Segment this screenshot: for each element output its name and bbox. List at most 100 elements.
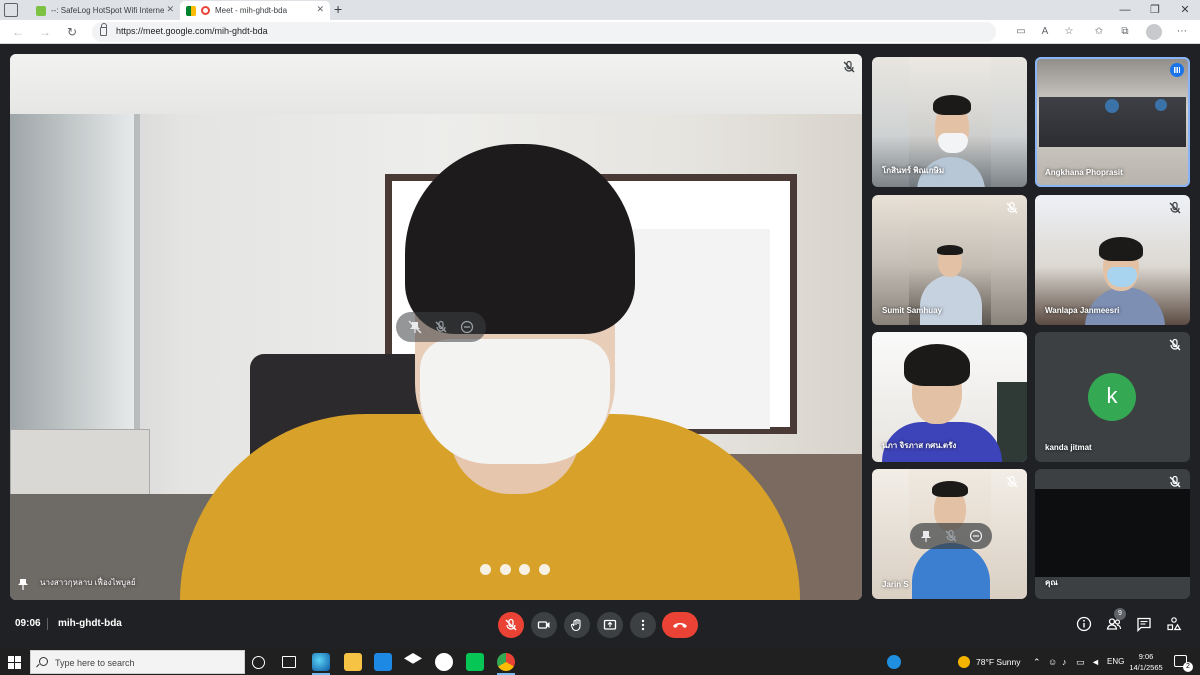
pin-icon[interactable] xyxy=(919,529,933,543)
new-tab-button[interactable]: + xyxy=(334,1,342,17)
mail-icon[interactable] xyxy=(374,653,392,671)
dropbox-icon[interactable] xyxy=(404,653,422,664)
volume-muted-icon[interactable]: ◄ xyxy=(1091,657,1100,667)
language-indicator[interactable]: ENG xyxy=(1107,657,1124,666)
person-icon[interactable]: ☺ xyxy=(1048,657,1057,667)
taskbar-search-box[interactable]: Type here to search xyxy=(30,650,245,674)
participant-name: โกสินทร์ พิณเกษิม xyxy=(882,166,945,175)
maximize-button[interactable]: ❐ xyxy=(1145,2,1165,18)
participant-tile[interactable]: Wanlapa Janmeesri xyxy=(1035,195,1190,325)
back-icon[interactable]: ← xyxy=(10,24,26,40)
more-options-button[interactable] xyxy=(630,612,656,638)
participant-tile[interactable]: Sumit Samhuay xyxy=(872,195,1027,325)
mic-off-icon xyxy=(843,60,855,73)
lock-icon[interactable] xyxy=(100,23,107,36)
more-menu-icon[interactable]: ⋯ xyxy=(1175,25,1189,39)
meeting-code: mih-ghdt-bda xyxy=(58,618,122,629)
profile-avatar[interactable] xyxy=(1146,24,1162,40)
activities-icon[interactable] xyxy=(1166,616,1182,632)
participant-figure xyxy=(1105,99,1119,113)
tab-safelog[interactable]: --: SafeLog HotSpot Wifi Interne ✕ xyxy=(30,1,180,20)
help-icon[interactable] xyxy=(887,655,901,669)
chevron-up-icon[interactable]: ⌃ xyxy=(1033,657,1041,668)
url-text[interactable]: https://meet.google.com/mih-ghdt-bda xyxy=(116,26,268,36)
file-explorer-icon[interactable] xyxy=(344,653,362,671)
mic-off-icon xyxy=(1169,338,1181,351)
chrome-icon[interactable] xyxy=(497,653,515,671)
network-icon[interactable]: ▭ xyxy=(1076,657,1085,668)
clock-time: 9:06 xyxy=(1138,652,1154,661)
end-call-button[interactable] xyxy=(662,612,698,638)
necklace xyxy=(480,564,550,576)
mic-off-icon[interactable] xyxy=(434,320,448,334)
toggle-camera-button[interactable] xyxy=(531,612,557,638)
cortana-icon[interactable] xyxy=(252,656,265,669)
add-favorite-icon[interactable]: ☆ xyxy=(1062,25,1076,39)
app-icon[interactable] xyxy=(435,653,453,671)
present-screen-button[interactable] xyxy=(597,612,623,638)
pin-icon[interactable] xyxy=(18,578,28,590)
tab-title: Meet - mih-ghdt-bda xyxy=(215,6,288,15)
participant-tile[interactable]: นภา จิรภาส กศน.ตรัง xyxy=(872,332,1027,462)
collections-icon[interactable]: ⧉ xyxy=(1118,25,1132,39)
meeting-details-icon[interactable] xyxy=(1076,616,1092,632)
camera-icon xyxy=(537,621,550,629)
main-speaker-name: นางสาวกุหลาบ เฟื่องไพบูลย์ xyxy=(40,578,136,587)
speaking-indicator-icon xyxy=(1170,63,1184,77)
minimize-button[interactable]: — xyxy=(1115,2,1135,18)
participant-tile[interactable]: k kanda jitmat xyxy=(1035,332,1190,462)
close-window-button[interactable]: ✕ xyxy=(1175,2,1195,18)
url-field[interactable]: https://meet.google.com/mih-ghdt-bda xyxy=(92,22,996,42)
pin-off-icon[interactable] xyxy=(408,320,422,334)
participant-name: นภา จิรภาส กศน.ตรัง xyxy=(882,441,957,450)
participant-name: Wanlapa Janmeesri xyxy=(1045,306,1120,315)
microphone-icon[interactable]: ♪ xyxy=(1062,657,1067,667)
task-view-icon[interactable] xyxy=(282,656,296,668)
self-tile[interactable]: คุณ xyxy=(1035,469,1190,599)
read-aloud-icon[interactable]: A xyxy=(1038,25,1052,39)
participant-tile-speaking[interactable]: Angkhana Phoprasit xyxy=(1035,57,1190,187)
forward-icon[interactable]: → xyxy=(37,24,53,40)
tab-meet[interactable]: Meet - mih-ghdt-bda ✕ xyxy=(180,1,330,20)
divider xyxy=(47,618,48,630)
clock-date: 14/1/2565 xyxy=(1129,663,1163,672)
chat-icon[interactable] xyxy=(1136,616,1152,632)
main-speaker-tile[interactable]: นางสาวกุหลาบ เฟื่องไพบูลย์ xyxy=(10,54,862,600)
taskbar-clock[interactable]: 9:06 14/1/2565 xyxy=(1128,651,1164,673)
notification-count-badge: 2 xyxy=(1183,662,1193,672)
weather-text[interactable]: 78°F Sunny xyxy=(976,657,1021,667)
browser-tab-bar: --: SafeLog HotSpot Wifi Interne ✕ Meet … xyxy=(0,0,1200,20)
mic-off-icon xyxy=(505,618,517,631)
refresh-icon[interactable]: ↻ xyxy=(64,24,80,40)
windows-start-icon[interactable] xyxy=(8,656,21,669)
edge-icon[interactable] xyxy=(312,653,330,671)
remove-icon[interactable] xyxy=(460,320,474,334)
people-count-badge: 9 xyxy=(1114,608,1126,620)
toggle-mic-button[interactable] xyxy=(498,612,524,638)
close-tab-icon[interactable]: ✕ xyxy=(316,4,324,15)
recording-indicator-icon xyxy=(201,6,210,15)
meet-main-area: นางสาวกุหลาบ เฟื่องไพบูลย์ โกสินทร์ พิณเ… xyxy=(0,45,1200,648)
close-tab-icon[interactable]: ✕ xyxy=(166,4,174,15)
mic-off-icon xyxy=(1169,475,1181,488)
present-icon xyxy=(603,619,617,630)
participant-tile[interactable]: Jarin S xyxy=(872,469,1027,599)
favorites-icon[interactable]: ✩ xyxy=(1092,25,1106,39)
tab-actions-icon[interactable] xyxy=(4,3,18,17)
raise-hand-button[interactable] xyxy=(564,612,590,638)
line-icon[interactable] xyxy=(466,653,484,671)
address-bar: ← → ↻ https://meet.google.com/mih-ghdt-b… xyxy=(0,20,1200,44)
participant-name: Sumit Samhuay xyxy=(882,306,943,315)
meet-control-bar: 09:06 mih-ghdt-bda 9 xyxy=(0,600,1200,648)
more-vert-icon xyxy=(641,619,645,631)
participant-name: Angkhana Phoprasit xyxy=(1045,168,1123,177)
tile-hover-controls xyxy=(910,523,992,549)
participant-tile[interactable]: โกสินทร์ พิณเกษิม xyxy=(872,57,1027,187)
safelog-favicon-icon xyxy=(36,5,46,16)
camera-permission-icon[interactable]: ▭ xyxy=(1014,25,1028,39)
mic-off-icon[interactable] xyxy=(944,529,958,543)
chair xyxy=(997,382,1027,462)
participant-name: kanda jitmat xyxy=(1045,443,1092,452)
remove-icon[interactable] xyxy=(969,529,983,543)
meet-favicon-icon xyxy=(186,5,196,16)
